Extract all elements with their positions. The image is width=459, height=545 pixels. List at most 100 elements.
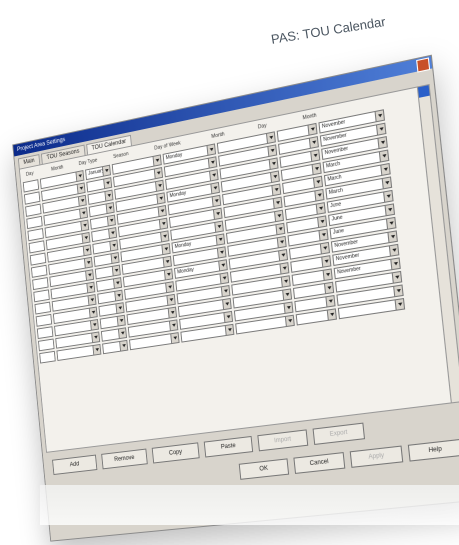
chevron-down-icon[interactable] bbox=[82, 245, 91, 256]
chevron-down-icon[interactable] bbox=[374, 110, 384, 122]
chevron-down-icon[interactable] bbox=[111, 265, 120, 276]
chevron-down-icon[interactable] bbox=[81, 233, 90, 243]
chevron-down-icon[interactable] bbox=[272, 197, 282, 209]
chevron-down-icon[interactable] bbox=[214, 221, 223, 232]
cancel-button[interactable]: Cancel bbox=[293, 452, 346, 474]
chevron-down-icon[interactable] bbox=[116, 315, 125, 326]
chevron-down-icon[interactable] bbox=[284, 315, 294, 327]
chevron-down-icon[interactable] bbox=[321, 256, 331, 267]
chevron-down-icon[interactable] bbox=[276, 237, 286, 248]
chevron-down-icon[interactable] bbox=[219, 273, 229, 284]
chevron-down-icon[interactable] bbox=[206, 144, 215, 155]
chevron-down-icon[interactable] bbox=[308, 137, 318, 148]
chevron-down-icon[interactable] bbox=[160, 231, 169, 242]
chevron-down-icon[interactable] bbox=[322, 269, 332, 281]
chevron-down-icon[interactable] bbox=[109, 240, 118, 251]
chevron-down-icon[interactable] bbox=[319, 243, 329, 254]
chevron-down-icon[interactable] bbox=[376, 123, 386, 135]
chevron-down-icon[interactable] bbox=[103, 178, 112, 189]
chevron-down-icon[interactable] bbox=[209, 170, 218, 181]
chevron-down-icon[interactable] bbox=[158, 218, 168, 229]
chevron-down-icon[interactable] bbox=[167, 307, 177, 318]
chevron-down-icon[interactable] bbox=[207, 157, 217, 168]
chevron-down-icon[interactable] bbox=[79, 208, 88, 219]
chevron-down-icon[interactable] bbox=[317, 216, 327, 228]
chevron-down-icon[interactable] bbox=[163, 269, 173, 280]
chevron-down-icon[interactable] bbox=[314, 190, 324, 201]
scroll-up-icon[interactable] bbox=[417, 85, 430, 98]
chevron-down-icon[interactable] bbox=[165, 282, 174, 293]
chevron-down-icon[interactable] bbox=[92, 345, 101, 355]
chevron-down-icon[interactable] bbox=[161, 244, 170, 255]
chevron-down-icon[interactable] bbox=[390, 258, 400, 270]
chevron-down-icon[interactable] bbox=[77, 195, 86, 206]
chevron-down-icon[interactable] bbox=[393, 285, 403, 297]
chevron-down-icon[interactable] bbox=[153, 168, 163, 179]
chevron-down-icon[interactable] bbox=[220, 286, 230, 297]
chevron-down-icon[interactable] bbox=[307, 124, 317, 135]
dropdown-cell[interactable] bbox=[102, 339, 129, 355]
chevron-down-icon[interactable] bbox=[106, 215, 115, 226]
chevron-down-icon[interactable] bbox=[105, 203, 114, 214]
chevron-down-icon[interactable] bbox=[222, 299, 231, 310]
chevron-down-icon[interactable] bbox=[315, 203, 325, 214]
chevron-down-icon[interactable] bbox=[391, 272, 402, 283]
chevron-down-icon[interactable] bbox=[83, 257, 92, 268]
chevron-down-icon[interactable] bbox=[104, 190, 113, 201]
chevron-down-icon[interactable] bbox=[156, 193, 165, 204]
chevron-down-icon[interactable] bbox=[312, 176, 322, 188]
chevron-down-icon[interactable] bbox=[157, 206, 166, 217]
chevron-down-icon[interactable] bbox=[166, 294, 175, 305]
chevron-down-icon[interactable] bbox=[325, 296, 335, 307]
chevron-down-icon[interactable] bbox=[115, 303, 124, 314]
chevron-down-icon[interactable] bbox=[280, 276, 290, 287]
chevron-down-icon[interactable] bbox=[211, 195, 221, 207]
chevron-down-icon[interactable] bbox=[310, 150, 320, 162]
chevron-down-icon[interactable] bbox=[213, 208, 222, 220]
chevron-down-icon[interactable] bbox=[102, 165, 110, 176]
chevron-down-icon[interactable] bbox=[386, 218, 396, 229]
chevron-down-icon[interactable] bbox=[282, 289, 292, 300]
chevron-down-icon[interactable] bbox=[381, 177, 392, 189]
chevron-down-icon[interactable] bbox=[162, 256, 171, 267]
chevron-down-icon[interactable] bbox=[87, 295, 96, 305]
chevron-down-icon[interactable] bbox=[384, 204, 394, 216]
chevron-down-icon[interactable] bbox=[324, 282, 334, 294]
chevron-down-icon[interactable] bbox=[223, 311, 233, 323]
chevron-down-icon[interactable] bbox=[90, 320, 98, 330]
chevron-down-icon[interactable] bbox=[387, 231, 397, 243]
chevron-down-icon[interactable] bbox=[117, 328, 127, 339]
chevron-down-icon[interactable] bbox=[224, 324, 234, 336]
chevron-down-icon[interactable] bbox=[110, 253, 119, 264]
chevron-down-icon[interactable] bbox=[275, 223, 285, 235]
chevron-down-icon[interactable] bbox=[279, 263, 289, 274]
chevron-down-icon[interactable] bbox=[108, 228, 117, 239]
chevron-down-icon[interactable] bbox=[267, 145, 277, 157]
close-icon[interactable] bbox=[416, 57, 431, 73]
chevron-down-icon[interactable] bbox=[215, 234, 225, 245]
chevron-down-icon[interactable] bbox=[218, 260, 227, 271]
chevron-down-icon[interactable] bbox=[266, 132, 275, 144]
chevron-down-icon[interactable] bbox=[80, 220, 89, 231]
chevron-down-icon[interactable] bbox=[318, 229, 328, 241]
help-button[interactable]: Help bbox=[407, 438, 459, 462]
chevron-down-icon[interactable] bbox=[152, 155, 161, 166]
chevron-down-icon[interactable] bbox=[283, 302, 293, 313]
chevron-down-icon[interactable] bbox=[377, 137, 387, 149]
apply-button[interactable]: Apply bbox=[349, 445, 404, 468]
chevron-down-icon[interactable] bbox=[388, 245, 399, 256]
chevron-down-icon[interactable] bbox=[311, 163, 321, 175]
chevron-down-icon[interactable] bbox=[271, 184, 281, 196]
chevron-down-icon[interactable] bbox=[394, 299, 404, 310]
chevron-down-icon[interactable] bbox=[270, 171, 279, 183]
chevron-down-icon[interactable] bbox=[88, 307, 97, 318]
chevron-down-icon[interactable] bbox=[155, 180, 164, 191]
chevron-down-icon[interactable] bbox=[326, 309, 336, 320]
chevron-down-icon[interactable] bbox=[268, 158, 278, 170]
chevron-down-icon[interactable] bbox=[169, 320, 178, 331]
chevron-down-icon[interactable] bbox=[210, 183, 219, 194]
chevron-down-icon[interactable] bbox=[383, 191, 393, 202]
chevron-down-icon[interactable] bbox=[113, 278, 122, 289]
chevron-down-icon[interactable] bbox=[75, 171, 84, 182]
chevron-down-icon[interactable] bbox=[170, 333, 179, 344]
